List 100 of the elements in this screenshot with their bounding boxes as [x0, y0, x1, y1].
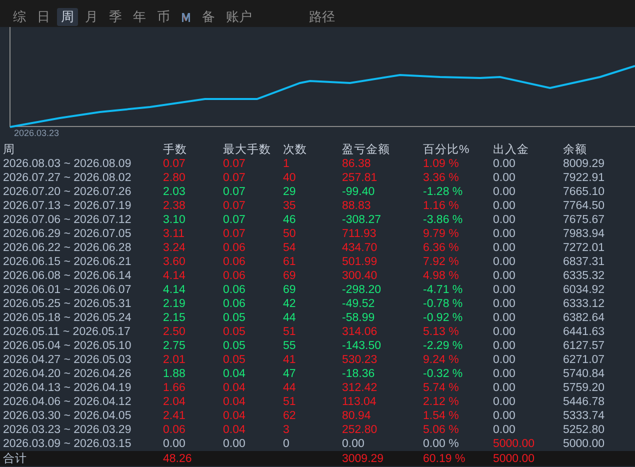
table-cell-text: 8009.29: [563, 157, 606, 171]
table-cell-text: 0.00: [493, 283, 516, 297]
table-cell-text: 0.04: [223, 381, 246, 395]
table-cell-text: 0.06: [223, 255, 246, 269]
period-tab[interactable]: 季: [105, 8, 126, 26]
table-cell-text: 9.24 %: [423, 353, 460, 367]
table-cell-text: 0.00 %: [423, 437, 460, 451]
table-cell-text: -1.28 %: [423, 185, 464, 199]
table-cell-text: 50: [283, 227, 297, 241]
table-cell-text: 5740.84: [563, 367, 606, 381]
period-tab[interactable]: 币: [153, 8, 174, 26]
table-cell-text: 5.06 %: [423, 423, 460, 437]
table-cell-text: 2026.06.15 ~ 2026.06.21: [3, 255, 132, 269]
table-cell-text: 51: [283, 395, 297, 409]
table-cell-text: 3.11: [163, 227, 186, 241]
table-cell-text: 44: [283, 311, 297, 325]
period-tab[interactable]: 周: [57, 8, 78, 26]
table-cell-text: 0.00: [493, 297, 516, 311]
table-cell-text: 0.07: [223, 213, 246, 227]
table-cell-text: 0.00: [493, 157, 516, 171]
period-tab[interactable]: 年: [129, 8, 150, 26]
table-cell-text: 6335.32: [563, 269, 606, 283]
table-cell-text: 5000.00: [563, 437, 606, 451]
table-cell-text: 0.00: [493, 227, 516, 241]
table-cell-text: 4.14: [163, 283, 186, 297]
table-cell-text: 3009.29: [342, 452, 385, 466]
table-cell-text: 0.04: [223, 423, 246, 437]
period-tab[interactable]: 备: [198, 8, 219, 26]
table-cell-text: 2.80: [163, 171, 186, 185]
table-cell-text: 5446.78: [563, 395, 606, 409]
table-cell-text: 6.36 %: [423, 241, 460, 255]
table-cell-text: 0.07: [163, 157, 186, 171]
table-cell-text: 2.19: [163, 297, 186, 311]
table-cell-text: 7272.01: [563, 241, 606, 255]
column-header: 余额: [563, 143, 588, 157]
table-cell-text: 257.81: [342, 171, 378, 185]
chart-start-date: 2026.03.23: [14, 128, 60, 138]
table-cell-text: 54: [283, 241, 297, 255]
table-cell-text: 7983.94: [563, 227, 606, 241]
table-cell-text: 0: [283, 437, 290, 451]
table-cell-text: 2.41: [163, 409, 186, 423]
table-cell-text: 86.38: [342, 157, 372, 171]
column-header: 最大手数: [223, 143, 272, 157]
table-cell-text: 5759.20: [563, 381, 606, 395]
total-label: 合计: [3, 452, 28, 466]
table-cell-text: 2.38: [163, 199, 186, 213]
table-cell-text: 6034.92: [563, 283, 606, 297]
table-cell-text: 113.04: [342, 395, 378, 409]
table-cell-text: 5000.00: [493, 437, 536, 451]
table-cell-text: 88.83: [342, 199, 372, 213]
period-tab[interactable]: 日: [33, 8, 54, 26]
period-tab[interactable]: 账户: [222, 8, 256, 26]
table-cell-text: 0.00: [342, 437, 366, 451]
table-cell-text: 7675.67: [563, 213, 606, 227]
period-tab[interactable]: 路径: [305, 8, 339, 26]
table-cell-text: -2.29 %: [423, 339, 464, 353]
table-cell-text: 40: [283, 171, 297, 185]
table-cell-text: 60.19 %: [423, 452, 466, 466]
table-cell-text: 9.79 %: [423, 227, 460, 241]
table-cell-text: 0.05: [223, 339, 246, 353]
table-cell-text: 4.98 %: [423, 269, 460, 283]
table-cell-text: 2.75: [163, 339, 186, 353]
table-cell-text: -99.40: [342, 185, 376, 199]
table-cell-text: 5.74 %: [423, 381, 460, 395]
table-cell-text: 1: [283, 157, 290, 171]
table-cell-text: 29: [283, 185, 297, 199]
table-cell-text: 1.54 %: [423, 409, 460, 423]
table-cell-text: 55: [283, 339, 297, 353]
period-tab[interactable]: 综: [9, 8, 30, 26]
table-cell-text: 0.00: [493, 269, 516, 283]
table-cell-text: 3.24: [163, 241, 186, 255]
table-cell-text: 5.13 %: [423, 325, 460, 339]
table-cell-text: 0.04: [223, 395, 246, 409]
table-cell-text: 711.93: [342, 227, 378, 241]
table-cell-text: 0.00: [493, 241, 516, 255]
table-cell-text: 69: [283, 269, 297, 283]
table-cell-text: 7665.10: [563, 185, 606, 199]
table-cell-text: 0.00: [223, 437, 246, 451]
period-tab[interactable]: 月: [81, 8, 102, 26]
column-header: 周: [3, 143, 16, 157]
table-cell-text: 0.00: [493, 255, 516, 269]
table-cell-text: 2.04: [163, 395, 186, 409]
table-cell-text: -143.50: [342, 339, 382, 353]
table-cell-text: 0.00: [493, 325, 516, 339]
table-cell-text: 434.70: [342, 241, 378, 255]
table-cell-text: 2.03: [163, 185, 186, 199]
table-cell-text: 1.09 %: [423, 157, 460, 171]
table-cell-text: 6333.12: [563, 297, 606, 311]
table-cell-text: -3.86 %: [423, 213, 464, 227]
table-cell-text: -58.99: [342, 311, 376, 325]
table-cell-text: 2.12 %: [423, 395, 460, 409]
column-header: 次数: [283, 143, 308, 157]
table-cell-text: 5252.80: [563, 423, 606, 437]
table-cell-text: 2026.03.09 ~ 2026.03.15: [3, 437, 132, 451]
table-cell-text: 1.88: [163, 367, 186, 381]
table-cell-text: 2026.05.04 ~ 2026.05.10: [3, 339, 132, 353]
table-cell-text: 51: [283, 325, 297, 339]
table-cell-text: 2026.07.06 ~ 2026.07.12: [3, 213, 132, 227]
table-cell-text: 6441.63: [563, 325, 606, 339]
column-header: 盈亏金额: [342, 143, 391, 157]
